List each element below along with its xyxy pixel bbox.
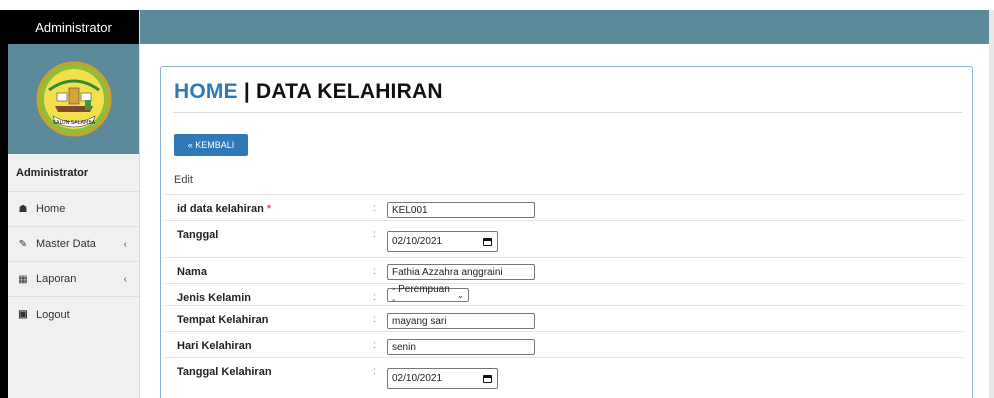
chevron-left-icon: ‹ [123, 238, 127, 250]
form-row-tempat: Tempat Kelahiran : mayang sari [165, 305, 963, 331]
field-label: id data kelahiran * [177, 203, 271, 215]
hari-input[interactable]: senin [387, 339, 535, 355]
form-row-id: id data kelahiran * : KEL001 [165, 194, 963, 220]
top-strip [0, 0, 994, 10]
select-value: - Perempuan - [392, 284, 450, 306]
colon: : [373, 340, 376, 351]
sidebar-item-label: Laporan [36, 273, 77, 285]
id-label-text: id data kelahiran [177, 203, 264, 215]
calendar-icon: ▦ [18, 273, 28, 285]
field-label: Nama [177, 266, 207, 278]
tanggal-kelahiran-date-input[interactable]: 02/10/2021 [387, 368, 498, 389]
required-marker: * [266, 203, 272, 215]
app: Administrator SALUN SALAMBA Administrato… [0, 0, 994, 398]
sidebar-brand: Administrator [8, 10, 139, 44]
edit-label: Edit [174, 174, 193, 186]
home-icon: ☗ [18, 203, 28, 215]
form-row-nama: Nama : Fathia Azzahra anggraini [165, 257, 963, 283]
edit-icon: ✎ [18, 238, 28, 250]
colon: : [373, 203, 376, 214]
title-separator: | [237, 80, 256, 103]
field-label: Hari Kelahiran [177, 340, 252, 352]
form-row-tanggal: Tanggal : 02/10/2021 [165, 220, 963, 257]
logo-area: SALUN SALAMBA [8, 44, 139, 154]
sidebar-item-laporan[interactable]: ▦ Laporan ‹ [8, 262, 139, 297]
field-label: Tanggal Kelahiran [177, 366, 272, 378]
left-edge [0, 10, 8, 398]
calendar-icon[interactable] [483, 374, 492, 383]
form-row-tanggal-kelahiran: Tanggal Kelahiran : 02/10/2021 [165, 357, 963, 397]
logout-icon: ▣ [18, 309, 28, 320]
back-button[interactable]: « KEMBALI [174, 134, 248, 156]
sidebar-item-label: Logout [36, 308, 70, 321]
form-row-jenis-kelamin: Jenis Kelamin : - Perempuan - ⌄ [165, 283, 963, 306]
field-label: Jenis Kelamin [177, 292, 251, 304]
tanggal-date-input[interactable]: 02/10/2021 [387, 231, 498, 252]
title-home: HOME [174, 80, 238, 103]
regional-logo: SALUN SALAMBA [36, 61, 111, 137]
edit-form: id data kelahiran * : KEL001 Tanggal : 0… [165, 194, 963, 397]
title-section: DATA KELAHIRAN [255, 80, 443, 103]
calendar-icon[interactable] [483, 237, 492, 246]
tempat-input[interactable]: mayang sari [387, 313, 535, 329]
logo-text: SALUN SALAMBA [52, 120, 95, 126]
sidebar-item-label: Master Data [36, 238, 96, 250]
sidebar: Administrator SALUN SALAMBA Administrato… [8, 10, 140, 398]
divider [173, 112, 962, 113]
id-input[interactable]: KEL001 [387, 202, 535, 218]
page-title: HOME | DATA KELAHIRAN [174, 80, 443, 104]
date-value: 02/10/2021 [392, 373, 443, 384]
chevron-down-icon: ⌄ [457, 290, 464, 300]
colon: : [373, 229, 376, 240]
sidebar-item-home[interactable]: ☗ Home [8, 192, 139, 227]
sidebar-item-logout[interactable]: ▣ Logout [8, 297, 139, 332]
field-label: Tempat Kelahiran [177, 314, 269, 326]
jenis-kelamin-select[interactable]: - Perempuan - ⌄ [387, 284, 469, 306]
sidebar-item-master-data[interactable]: ✎ Master Data ‹ [8, 227, 139, 262]
form-row-hari: Hari Kelahiran : senin [165, 331, 963, 357]
date-value: 02/10/2021 [392, 236, 443, 247]
field-label: Tanggal [177, 229, 219, 241]
chevron-left-icon: ‹ [123, 273, 127, 285]
sidebar-item-label: Home [36, 203, 66, 215]
sidebar-user-label: Administrator [8, 154, 139, 192]
content-panel: HOME | DATA KELAHIRAN « KEMBALI Edit id … [160, 66, 973, 398]
colon: : [373, 366, 376, 377]
top-navbar [140, 10, 994, 44]
colon: : [373, 314, 376, 325]
nama-input[interactable]: Fathia Azzahra anggraini [387, 264, 535, 280]
scrollbar[interactable] [989, 10, 994, 398]
colon: : [373, 266, 376, 277]
colon: : [373, 292, 376, 303]
